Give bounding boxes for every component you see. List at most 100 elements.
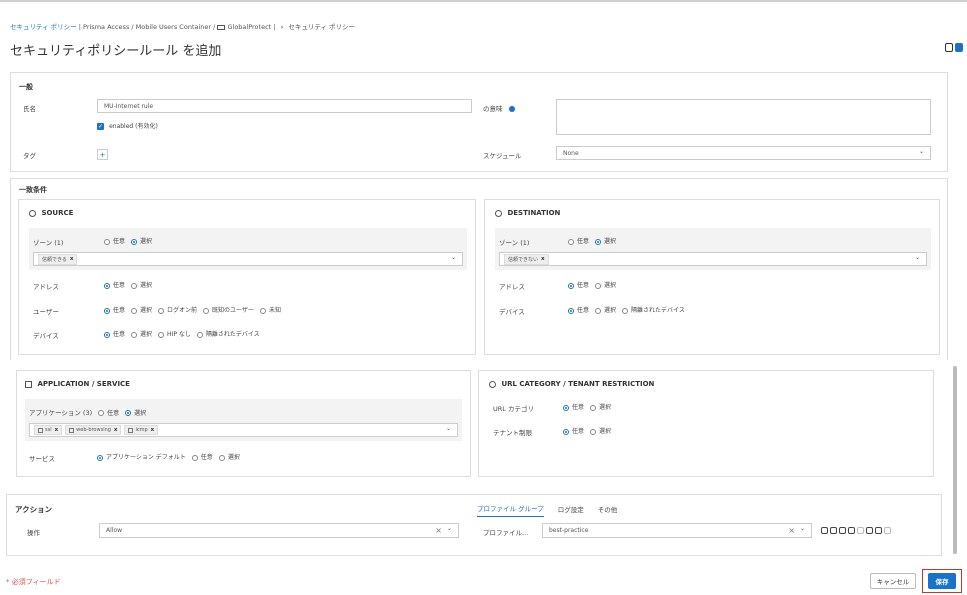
destination-zone-label: ゾーン (1) [499,239,530,247]
destination-device-any[interactable]: 任意 [568,305,589,314]
destination-address-label: アドレス [499,283,525,291]
cancel-button[interactable]: キャンセル [870,573,916,589]
source-icon [29,209,36,217]
enabled-checkbox[interactable]: ✓ [97,122,104,130]
remove-chip-icon[interactable]: x [70,256,74,262]
match-heading: 一致条件 [19,186,47,194]
remove-chip-icon[interactable]: x [114,427,118,433]
app-chip-web-browsing: web-browsing x [65,425,122,435]
info-toggle-icon[interactable] [955,43,963,52]
source-panel: SOURCE ゾーン (1) 任意 選択 信頼できる x ⌄ アドレス 任意 選択… [18,199,476,355]
operation-select[interactable]: Allow × ⌄ [99,523,459,538]
app-chip-icmp: icmp x [124,425,159,435]
application-select[interactable]: 選択 [125,408,146,417]
destination-zone-radios: 任意 選択 [568,236,622,245]
source-device-select[interactable]: 選択 [131,329,152,338]
radio-icon [259,307,266,314]
application-any[interactable]: 任意 [98,408,119,417]
save-button[interactable]: 保存 [928,573,956,589]
radio-icon [568,282,574,289]
url-category-any[interactable]: 任意 [563,402,584,411]
destination-zone-chip: 信頼できない x [504,253,549,265]
breadcrumb: セキュリティ ポリシー | Prisma Access / Mobile Use… [10,21,355,31]
enabled-checkbox-row[interactable]: ✓ enabled (有効化) [97,121,158,130]
radio-icon [131,307,138,314]
source-zone-any[interactable]: 任意 [104,236,125,245]
radio-icon [568,238,574,245]
top-border [0,0,967,2]
source-device-radios: 任意 選択 HIP なし 隔離されたデバイス [104,329,266,338]
profile-value: best-practice [549,527,589,534]
remove-chip-icon[interactable]: x [55,427,59,433]
source-address-select[interactable]: 選択 [131,280,152,289]
tenant-radios: 任意 選択 [563,426,617,435]
description-textarea[interactable] [556,99,931,135]
remove-chip-icon[interactable]: x [541,256,545,262]
tenant-label: テナント制限 [493,429,532,437]
chevron-down-icon: ⌄ [445,425,451,432]
service-app-default[interactable]: アプリケーション デフォルト [97,452,186,461]
profile-select[interactable]: best-practice × ⌄ [542,523,812,538]
action-heading: アクション [15,505,53,514]
name-label: 氏名 [23,105,36,113]
destination-zone-select-input[interactable]: 信頼できない x ⌄ [499,252,927,266]
clear-icon[interactable]: × [435,526,442,535]
tenant-any[interactable]: 任意 [563,426,584,435]
profile-label: プロファイル... [483,529,529,537]
source-user-select[interactable]: 選択 [131,305,152,314]
destination-address-any[interactable]: 任意 [568,280,589,289]
url-category-select[interactable]: 選択 [590,402,611,411]
radio-icon [622,307,629,314]
url-filtering-icon [848,527,855,534]
breadcrumb-link[interactable]: セキュリティ ポリシー [10,23,77,31]
operation-label: 操作 [27,529,40,537]
scrollbar[interactable] [953,366,957,554]
chevron-down-icon: ⌄ [918,148,924,155]
source-user-prelogon[interactable]: ログオン前 [158,305,197,314]
destination-device-quarantined[interactable]: 隔離されたデバイス [622,305,685,314]
destination-device-select[interactable]: 選択 [595,305,616,314]
shield-icon[interactable] [945,43,953,52]
profile-icons [821,527,891,534]
name-input[interactable]: MU-Internet rule [97,99,472,113]
tag-add-button[interactable]: + [97,149,108,160]
application-panel: APPLICATION / SERVICE アプリケーション (3) 任意 選択… [16,370,471,477]
source-address-any[interactable]: 任意 [104,280,125,289]
radio-icon [125,410,132,416]
antispyware-icon [830,527,837,534]
application-select-input[interactable]: ssl x web-browsing x icmp x ⌄ [29,423,458,437]
source-user-unknown[interactable]: 未知 [259,305,281,314]
tab-profile-group[interactable]: プロファイル グループ [477,503,544,517]
antivirus-icon [821,527,828,534]
enabled-label: enabled (有効化) [109,123,158,130]
schedule-select[interactable]: None ⌄ [556,146,931,160]
grid-icon [25,380,32,388]
globe-icon [489,380,496,388]
radio-icon [104,307,110,314]
source-device-nohip[interactable]: HIP なし [158,329,191,338]
remove-chip-icon[interactable]: x [151,427,155,433]
tab-log-settings[interactable]: ログ設定 [558,504,584,517]
radio-icon [104,282,110,289]
lock-icon [884,527,891,534]
destination-zone-any[interactable]: 任意 [568,236,589,245]
service-select[interactable]: 選択 [218,452,240,461]
source-user-known[interactable]: 既知のユーザー [203,305,254,314]
clear-icon[interactable]: × [788,526,795,535]
radio-icon [104,238,110,245]
source-device-quarantined[interactable]: 隔離されたデバイス [196,329,260,338]
required-note: * 必須フィールド [6,578,61,586]
source-zone-select[interactable]: 選択 [131,236,152,245]
source-device-any[interactable]: 任意 [104,329,125,338]
source-zone-select-input[interactable]: 信頼できる x ⌄ [33,252,463,266]
source-user-any[interactable]: 任意 [104,305,125,314]
tab-other[interactable]: その他 [598,504,618,517]
service-any[interactable]: 任意 [191,452,213,461]
destination-address-select[interactable]: 選択 [595,280,616,289]
tenant-select[interactable]: 選択 [590,426,611,435]
service-label: サービス [29,455,55,463]
info-icon[interactable] [508,106,515,112]
application-radios: アプリケーション (3) 任意 選択 [29,407,152,417]
chevron-down-icon: ⌄ [799,525,805,532]
destination-zone-select[interactable]: 選択 [595,236,616,245]
